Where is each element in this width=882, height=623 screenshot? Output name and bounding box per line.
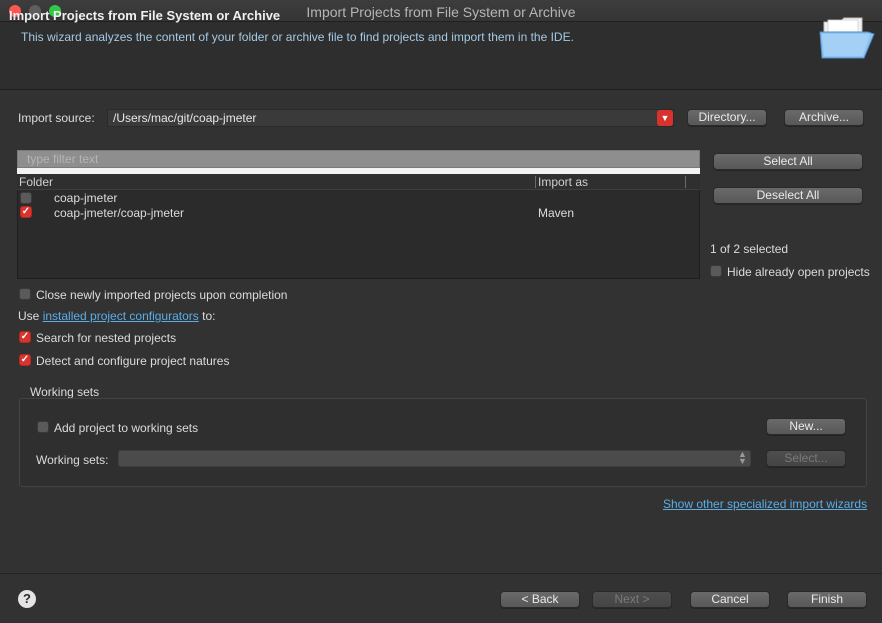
table-row-folder[interactable]: coap-jmeter/coap-jmeter bbox=[54, 206, 184, 220]
wizard-title: Import Projects from File System or Arch… bbox=[9, 8, 281, 23]
working-sets-group-title: Working sets bbox=[30, 385, 100, 399]
use-suffix: to: bbox=[202, 309, 216, 323]
use-prefix: Use bbox=[18, 309, 40, 323]
filter-input[interactable]: type filter text bbox=[17, 150, 700, 168]
import-source-value[interactable]: /Users/mac/git/coap-jmeter bbox=[113, 111, 256, 125]
working-sets-label: Working sets: bbox=[36, 453, 109, 467]
select-working-sets-button[interactable]: Select... bbox=[766, 450, 846, 467]
next-button[interactable]: Next > bbox=[592, 591, 672, 608]
hide-open-checkbox[interactable] bbox=[710, 265, 722, 277]
row-checkbox[interactable]: ✓ bbox=[20, 206, 32, 218]
table-header bbox=[17, 174, 700, 190]
chevron-down-icon[interactable]: ▼ bbox=[657, 110, 673, 126]
directory-button[interactable]: Directory... bbox=[687, 109, 767, 126]
add-to-working-sets-label[interactable]: Add project to working sets bbox=[54, 421, 198, 435]
add-to-working-sets-checkbox[interactable] bbox=[37, 421, 49, 433]
column-import-as[interactable]: Import as bbox=[538, 175, 588, 189]
folder-icon bbox=[819, 17, 875, 59]
configurators-link[interactable]: installed project configurators bbox=[43, 309, 199, 323]
column-folder[interactable]: Folder bbox=[19, 175, 53, 189]
cancel-button[interactable]: Cancel bbox=[690, 591, 770, 608]
help-icon[interactable]: ? bbox=[18, 590, 36, 608]
close-imported-label[interactable]: Close newly imported projects upon compl… bbox=[36, 288, 287, 302]
working-sets-combo[interactable] bbox=[118, 450, 751, 467]
import-source-label: Import source: bbox=[18, 111, 95, 125]
row-checkbox[interactable] bbox=[20, 192, 32, 204]
new-working-set-button[interactable]: New... bbox=[766, 418, 846, 435]
column-separator bbox=[535, 176, 536, 188]
use-configurators-text: Use installed project configurators to: bbox=[18, 309, 215, 323]
finish-button[interactable]: Finish bbox=[787, 591, 867, 608]
close-imported-checkbox[interactable] bbox=[19, 288, 31, 300]
table-row-folder[interactable]: coap-jmeter bbox=[54, 191, 117, 205]
updown-chevron-icon[interactable]: ▲ ▼ bbox=[738, 450, 747, 466]
footer-divider bbox=[0, 573, 882, 574]
back-button[interactable]: < Back bbox=[500, 591, 580, 608]
table-row-import-as: Maven bbox=[538, 206, 575, 220]
column-separator bbox=[685, 176, 686, 188]
hide-open-label[interactable]: Hide already open projects bbox=[727, 265, 870, 279]
archive-button[interactable]: Archive... bbox=[784, 109, 864, 126]
search-nested-label[interactable]: Search for nested projects bbox=[36, 331, 176, 345]
select-all-button[interactable]: Select All bbox=[713, 153, 863, 170]
selection-count: 1 of 2 selected bbox=[710, 242, 789, 256]
working-sets-group bbox=[19, 398, 867, 487]
search-nested-checkbox[interactable]: ✓ bbox=[19, 331, 31, 343]
other-wizards-link[interactable]: Show other specialized import wizards bbox=[663, 497, 867, 511]
detect-natures-checkbox[interactable]: ✓ bbox=[19, 354, 31, 366]
detect-natures-label[interactable]: Detect and configure project natures bbox=[36, 354, 229, 368]
deselect-all-button[interactable]: Deselect All bbox=[713, 187, 863, 204]
wizard-description: This wizard analyzes the content of your… bbox=[21, 30, 574, 44]
